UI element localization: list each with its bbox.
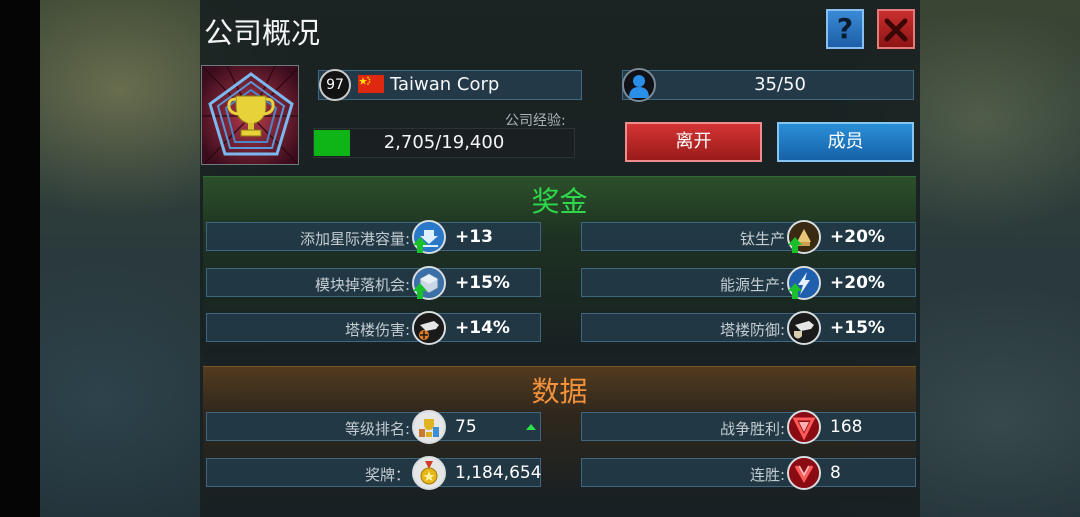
bonus-row-module-drop[interactable]: 模块掉落机会: +15%	[206, 266, 541, 300]
rank-up-icon	[526, 424, 536, 430]
bonus-value: +13	[455, 227, 493, 247]
stat-value: 1,184,654	[455, 463, 542, 483]
leave-button[interactable]: 离开	[625, 122, 762, 162]
bonus-value: +20%	[830, 273, 885, 293]
bonus-label: 模块掉落机会:	[314, 276, 410, 294]
boost-arrow-icon	[413, 237, 427, 257]
bonus-row-starport-capacity[interactable]: 添加星际港容量: +13	[206, 220, 541, 254]
company-level-badge: 97	[319, 69, 351, 101]
win-streak-icon	[787, 456, 821, 490]
bonus-row-tower-damage[interactable]: 塔楼伤害: +14%	[206, 311, 541, 345]
bonus-label: 能源生产:	[719, 276, 785, 294]
stat-row-war-wins[interactable]: 战争胜利: 168	[581, 410, 916, 444]
bonus-value: +20%	[830, 227, 885, 247]
stat-value: 168	[830, 417, 863, 437]
bonus-value: +15%	[455, 273, 510, 293]
stat-value: 8	[830, 463, 841, 483]
stat-label: 奖牌：	[364, 466, 410, 484]
bonus-label: 塔楼防御:	[719, 321, 785, 339]
stats-section-title: 数据	[531, 375, 588, 408]
war-wins-icon	[787, 410, 821, 444]
stat-label: 连胜:	[749, 466, 785, 484]
stat-row-win-streak[interactable]: 连胜: 8	[581, 456, 916, 490]
bonus-row-energy[interactable]: 能源生产: +20%	[581, 266, 916, 300]
boost-arrow-icon	[413, 283, 427, 303]
help-button[interactable]: ?	[826, 9, 864, 49]
company-name: Taiwan Corp	[390, 74, 500, 95]
stat-row-medals[interactable]: 奖牌： 1,184,654	[206, 456, 542, 490]
close-button[interactable]	[877, 9, 915, 49]
stat-label: 战争胜利:	[719, 420, 785, 438]
stat-value: 75	[455, 417, 477, 437]
medal-icon	[412, 456, 446, 490]
bonus-section-title: 奖金	[531, 185, 588, 218]
trophy-emblem-icon	[202, 66, 298, 164]
bonus-value: +15%	[830, 318, 885, 338]
exp-value: 2,705/19,400	[383, 132, 505, 153]
members-button[interactable]: 成员	[777, 122, 914, 162]
bonus-label: 塔楼伤害:	[344, 321, 410, 339]
tower-damage-icon	[412, 311, 446, 345]
bonus-label: 添加星际港容量:	[299, 230, 410, 248]
rank-trophy-icon	[412, 410, 446, 444]
company-emblem	[201, 65, 299, 165]
bonus-label: 钛生产	[739, 230, 785, 248]
china-flag-icon	[358, 75, 384, 93]
close-icon	[884, 18, 908, 41]
screen-edge	[0, 0, 40, 517]
boost-arrow-icon	[788, 237, 802, 257]
tower-defense-icon	[787, 311, 821, 345]
bonus-row-titanium[interactable]: 钛生产 +20%	[581, 220, 916, 254]
bonus-row-tower-defense[interactable]: 塔楼防御: +15%	[581, 311, 916, 345]
stat-row-rank[interactable]: 等级排名: 75	[206, 410, 541, 444]
page-title: 公司概况	[204, 16, 321, 50]
stat-label: 等级排名:	[344, 420, 410, 438]
bonus-value: +14%	[455, 318, 510, 338]
member-count: 35/50	[754, 74, 806, 95]
boost-arrow-icon	[788, 283, 802, 303]
exp-label: 公司经验:	[505, 113, 566, 129]
